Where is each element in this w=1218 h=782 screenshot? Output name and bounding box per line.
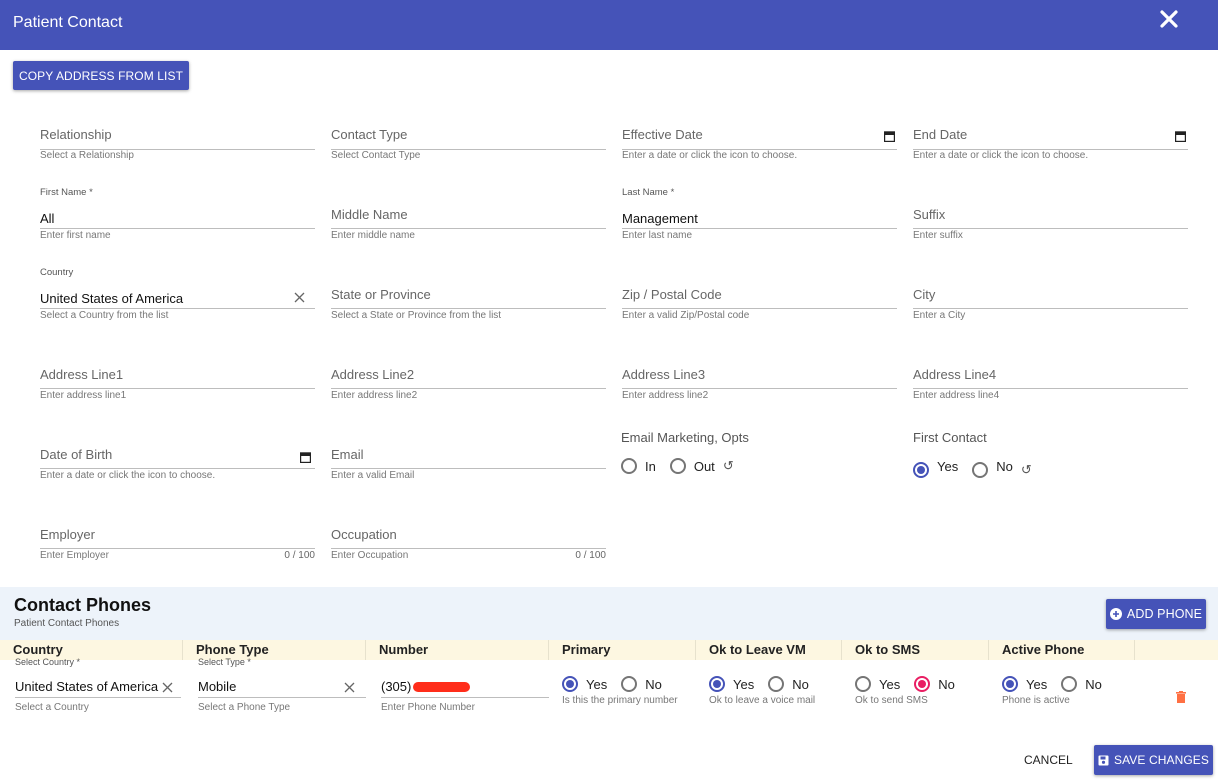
contact-phones-section: Contact Phones Patient Contact Phones AD… (0, 587, 1218, 739)
column-header: Ok to Leave VM (696, 640, 842, 660)
redacted-phone-number (413, 682, 470, 692)
primary-no-radio[interactable] (621, 676, 638, 692)
phones-table-header: Country Phone Type Number Primary Ok to … (0, 640, 1218, 660)
column-header: Ok to SMS (842, 640, 989, 660)
save-icon (1098, 755, 1109, 765)
reset-icon[interactable]: ↺ (1021, 462, 1032, 478)
first-contact-no-radio[interactable] (972, 461, 989, 478)
add-circle-icon (1109, 608, 1122, 620)
email-marketing-label: Email Marketing, Opts (621, 430, 749, 445)
active-yes-radio[interactable] (1002, 676, 1018, 692)
calendar-icon[interactable] (1175, 131, 1186, 142)
save-changes-button[interactable]: SAVE CHANGES (1094, 745, 1213, 775)
reset-icon[interactable]: ↺ (723, 458, 734, 474)
email-marketing-out-radio[interactable] (669, 458, 686, 474)
calendar-icon[interactable] (884, 131, 895, 142)
column-header: Number (366, 640, 549, 660)
column-header: Active Phone (989, 640, 1135, 660)
voicemail-yes-radio[interactable] (709, 676, 725, 692)
sms-radio-group: Yes No (855, 676, 969, 692)
occupation-char-count: 0 / 100 (575, 550, 606, 561)
first-contact-yes-radio[interactable] (913, 461, 929, 478)
dialog-title: Patient Contact (13, 14, 123, 31)
sms-no-radio[interactable] (914, 676, 931, 692)
primary-hint: Is this the primary number (562, 695, 678, 706)
voicemail-no-radio[interactable] (768, 676, 785, 692)
contact-phones-subtitle: Patient Contact Phones (14, 618, 120, 629)
primary-radio-group: Yes No (562, 676, 676, 692)
clear-icon[interactable] (344, 682, 355, 693)
first-contact-label: First Contact (913, 430, 987, 445)
primary-yes-radio[interactable] (562, 676, 578, 692)
active-hint: Phone is active (1002, 695, 1070, 706)
clear-icon[interactable] (162, 682, 173, 693)
add-phone-button[interactable]: ADD PHONE (1106, 599, 1206, 629)
cancel-button[interactable]: CANCEL (1024, 753, 1073, 767)
calendar-icon[interactable] (300, 452, 311, 463)
clear-icon[interactable] (294, 292, 305, 303)
sms-hint: Ok to send SMS (855, 695, 928, 706)
sms-yes-radio[interactable] (855, 676, 871, 692)
active-radio-group: Yes No (1002, 676, 1116, 692)
email-marketing-in-radio[interactable] (621, 458, 637, 474)
delete-icon[interactable] (1176, 691, 1186, 703)
voicemail-radio-group: Yes No (709, 676, 823, 692)
copy-address-button[interactable]: COPY ADDRESS FROM LIST (13, 61, 189, 90)
active-no-radio[interactable] (1061, 676, 1078, 692)
first-contact-radio-group: Yes No ↺ (913, 454, 1032, 478)
email-marketing-radio-group: In Out ↺ (621, 458, 734, 474)
dialog-header: Patient Contact (0, 0, 1218, 50)
column-header: Primary (549, 640, 696, 660)
close-icon[interactable] (1158, 8, 1180, 30)
employer-char-count: 0 / 100 (284, 550, 315, 561)
voicemail-hint: Ok to leave a voice mail (709, 695, 816, 706)
contact-phones-title: Contact Phones (14, 595, 152, 615)
